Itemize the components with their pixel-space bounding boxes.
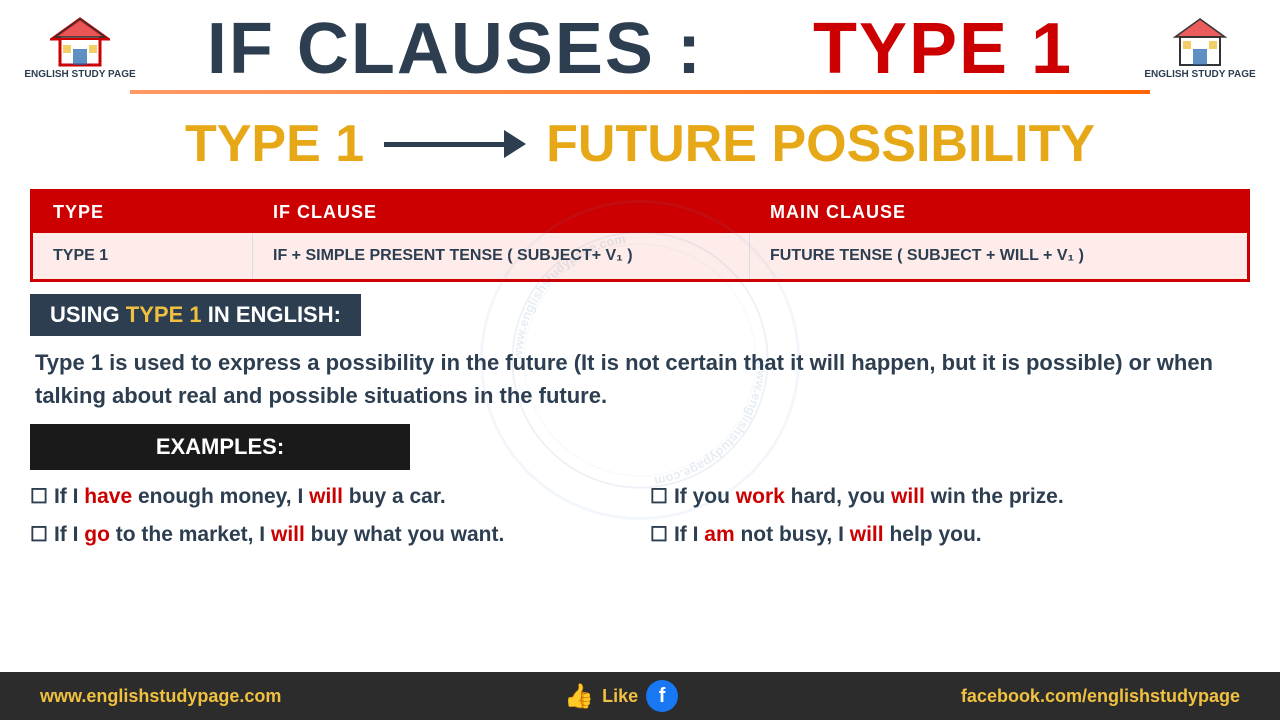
grammar-table: TYPE IF CLAUSE MAIN CLAUSE TYPE 1 IF + S…	[30, 189, 1250, 282]
logo-right-text: ENGLISH STUDY PAGE	[1144, 69, 1255, 81]
example-item-1: ☐ If I have enough money, I will buy a c…	[30, 480, 630, 514]
using-label: USING TYPE 1 IN ENGLISH:	[30, 294, 361, 336]
subtitle-type1: TYPE 1	[185, 114, 364, 174]
house-icon-right	[1170, 17, 1230, 67]
arrow-head	[504, 130, 526, 158]
row-main-clause: FUTURE TENSE ( SUBJECT + WILL + V₁ )	[750, 233, 1247, 279]
col-if-clause: IF CLAUSE	[253, 192, 750, 233]
subtitle-future: FUTURE POSSIBILITY	[546, 114, 1095, 174]
using-type1: TYPE 1	[126, 302, 202, 327]
arrow	[384, 130, 526, 158]
checkbox-2: ☐	[650, 481, 668, 513]
title-if-clauses: IF CLAUSES :	[207, 9, 703, 89]
footer-social: 👍 Like f	[564, 680, 678, 712]
footer: www.englishstudypage.com 👍 Like f facebo…	[0, 672, 1280, 720]
col-main-clause: MAIN CLAUSE	[750, 192, 1247, 233]
footer-facebook: facebook.com/englishstudypage	[961, 686, 1240, 707]
checkbox-1: ☐	[30, 481, 48, 513]
logo-right: ENGLISH STUDY PAGE	[1140, 17, 1260, 81]
using-prefix: USING	[50, 302, 126, 327]
example-item-4: ☐ If I am not busy, I will help you.	[650, 518, 1250, 552]
logo-left: ENGLISH STUDY PAGE	[20, 17, 140, 81]
examples-header: EXAMPLES:	[30, 424, 410, 470]
main-title: IF CLAUSES : TYPE 1	[140, 8, 1140, 90]
examples-grid: ☐ If I have enough money, I will buy a c…	[30, 480, 1250, 551]
checkbox-4: ☐	[650, 519, 668, 551]
title-type1: TYPE 1	[813, 9, 1073, 89]
table-body: TYPE 1 IF + SIMPLE PRESENT TENSE ( SUBJE…	[33, 233, 1247, 279]
col-type: TYPE	[33, 192, 253, 233]
table-header: TYPE IF CLAUSE MAIN CLAUSE	[33, 192, 1247, 233]
using-description: Type 1 is used to express a possibility …	[30, 346, 1250, 412]
logo-left-text: ENGLISH STUDY PAGE	[24, 69, 135, 81]
example-item-3: ☐ If I go to the market, I will buy what…	[30, 518, 630, 552]
checkbox-3: ☐	[30, 519, 48, 551]
house-icon-left	[50, 17, 110, 67]
arrow-shaft	[384, 142, 504, 147]
ex4-text: If I am not busy, I will help you.	[674, 518, 982, 552]
like-label: Like	[602, 686, 638, 707]
footer-website: www.englishstudypage.com	[40, 686, 281, 707]
subtitle-row: TYPE 1 FUTURE POSSIBILITY	[0, 94, 1280, 189]
row-type: TYPE 1	[33, 233, 253, 279]
thumbs-up-icon: 👍	[564, 682, 594, 711]
facebook-icon: f	[646, 680, 678, 712]
header: ENGLISH STUDY PAGE IF CLAUSES : TYPE 1 E…	[0, 0, 1280, 90]
row-if-clause: IF + SIMPLE PRESENT TENSE ( SUBJECT+ V₁ …	[253, 233, 750, 279]
ex1-text: If I have enough money, I will buy a car…	[54, 480, 446, 514]
ex3-text: If I go to the market, I will buy what y…	[54, 518, 504, 552]
using-suffix: IN ENGLISH:	[202, 302, 341, 327]
using-section: USING TYPE 1 IN ENGLISH: Type 1 is used …	[30, 294, 1250, 412]
ex2-text: If you work hard, you will win the prize…	[674, 480, 1064, 514]
example-item-2: ☐ If you work hard, you will win the pri…	[650, 480, 1250, 514]
